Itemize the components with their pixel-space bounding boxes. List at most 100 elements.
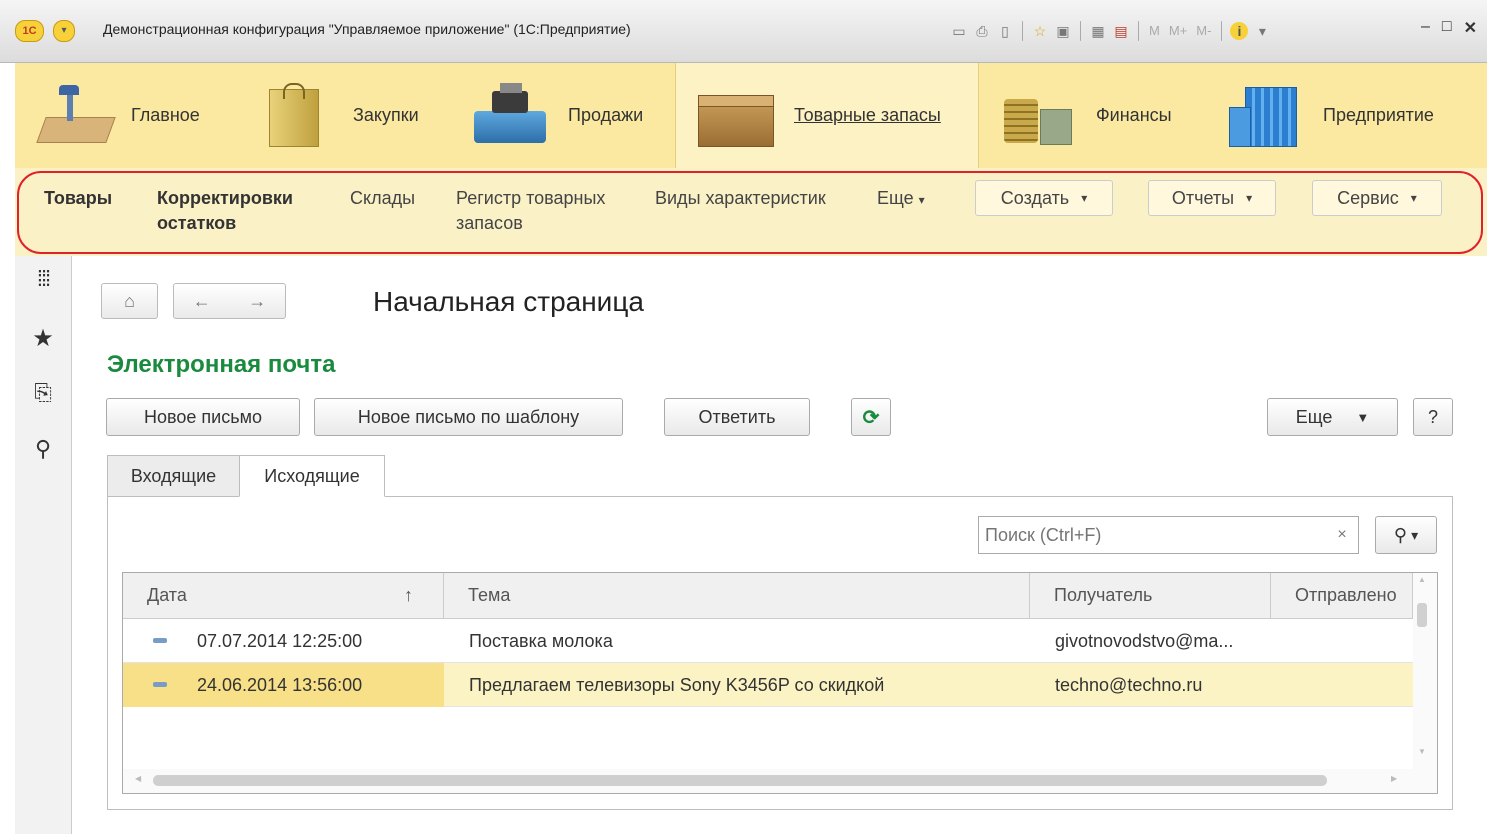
section-title: Электронная почта xyxy=(107,351,336,378)
chevron-down-icon: ▼ xyxy=(1356,409,1370,425)
table-row[interactable]: 07.07.2014 12:25:00 Поставка молока givo… xyxy=(123,619,1413,663)
section-label: Товарные запасы xyxy=(794,105,941,125)
preview-icon[interactable]: ▯ xyxy=(996,22,1014,40)
bookmark-icon[interactable]: ▣ xyxy=(1054,22,1072,40)
toolbar-divider xyxy=(1221,21,1223,41)
horizontal-scrollbar[interactable]: ◀ ▶ xyxy=(123,769,1413,793)
cell-text: 24.06.2014 13:56:00 xyxy=(197,674,363,695)
main-menu-button[interactable]: ▾ xyxy=(53,20,75,42)
button-label: Еще xyxy=(1295,406,1333,427)
scroll-right-icon[interactable]: ▶ xyxy=(1391,774,1397,783)
calendar-icon[interactable]: ▤ xyxy=(1112,22,1130,40)
scroll-left-icon[interactable]: ◀ xyxy=(135,774,141,783)
memory-minus-button[interactable]: M- xyxy=(1194,22,1213,40)
table-row[interactable]: 24.06.2014 13:56:00 Предлагаем телевизор… xyxy=(123,663,1413,707)
home-icon: ⌂ xyxy=(124,290,135,311)
column-header-date[interactable]: Дата ↑ xyxy=(123,573,444,619)
apps-grid-icon[interactable]: ⁞⁞⁞ xyxy=(15,266,71,292)
section-purchases[interactable]: Закупки xyxy=(263,63,463,168)
search-input[interactable] xyxy=(978,516,1327,554)
window-controls: – □ ✕ xyxy=(1421,18,1477,38)
coins-icon xyxy=(1000,81,1080,151)
cash-register-icon xyxy=(470,81,550,151)
more-button[interactable]: Еще ▼ xyxy=(1267,398,1398,436)
tab-outbox[interactable]: Исходящие xyxy=(239,455,385,497)
window-title-bar: 1С ▾ Демонстрационная конфигурация "Упра… xyxy=(0,0,1487,63)
help-button[interactable]: ? xyxy=(1413,398,1453,436)
memory-plus-button[interactable]: M+ xyxy=(1167,22,1189,40)
history-icon[interactable]: ⎘ xyxy=(15,380,71,406)
sections-panel: Главное Закупки Продажи Товарные запасы … xyxy=(15,63,1487,168)
shopping-bag-icon xyxy=(263,81,323,151)
toolbar-divider xyxy=(1022,21,1023,41)
recipient-cell: givotnovodstvo@ma... xyxy=(1055,630,1234,651)
header-label: Дата xyxy=(147,585,187,605)
reply-button[interactable]: Ответить xyxy=(664,398,810,436)
search-options-button[interactable]: ⚲ ▾ xyxy=(1375,516,1437,554)
box-icon xyxy=(696,81,776,151)
subject-cell: Поставка молока xyxy=(469,630,613,651)
new-letter-template-button[interactable]: Новое письмо по шаблону xyxy=(314,398,623,436)
section-main[interactable]: Главное xyxy=(36,63,257,168)
refresh-icon: ⟳ xyxy=(862,406,880,429)
sort-ascending-icon: ↑ xyxy=(404,585,413,605)
close-icon[interactable]: ✕ xyxy=(1464,18,1477,38)
new-letter-button[interactable]: Новое письмо xyxy=(106,398,300,436)
vertical-scrollbar[interactable]: ▲ ▼ xyxy=(1413,573,1437,793)
home-button[interactable]: ⌂ xyxy=(101,283,158,319)
scrollbar-thumb[interactable] xyxy=(153,775,1327,786)
section-finance[interactable]: Финансы xyxy=(1000,63,1200,168)
subject-cell: Предлагаем телевизоры Sony K3456P со ски… xyxy=(469,674,885,695)
minimize-icon[interactable]: – xyxy=(1421,18,1430,38)
info-icon[interactable]: i xyxy=(1230,22,1249,40)
page-title: Начальная страница xyxy=(373,286,644,317)
outgoing-mail-icon xyxy=(153,638,167,643)
favorites-icon[interactable]: ☆ xyxy=(1031,22,1049,40)
date-cell: 07.07.2014 12:25:00 xyxy=(123,619,444,663)
clear-search-button[interactable]: × xyxy=(1326,516,1359,554)
section-label: Предприятие xyxy=(1323,105,1434,125)
save-icon[interactable]: ▭ xyxy=(950,22,968,40)
refresh-button[interactable]: ⟳ xyxy=(851,398,891,436)
section-label: Продажи xyxy=(568,105,644,125)
toolbar-divider xyxy=(1080,21,1081,41)
star-icon[interactable]: ★ xyxy=(15,324,71,353)
window-toolbar: ▭ ⎙ ▯ ☆ ▣ ▦ ▤ M M+ M- i ▾ xyxy=(950,18,1271,44)
scroll-up-icon[interactable]: ▲ xyxy=(1418,575,1426,584)
search-icon: ⚲ xyxy=(1393,524,1408,545)
scroll-down-icon[interactable]: ▼ xyxy=(1418,747,1426,756)
mail-table[interactable]: Дата ↑ Тема Получатель Отправлено 07.07.… xyxy=(122,572,1438,794)
section-inventory[interactable]: Товарные запасы xyxy=(675,63,979,168)
highlight-oval xyxy=(17,171,1483,254)
sent-cell xyxy=(1293,619,1411,663)
memory-m-button[interactable]: M xyxy=(1147,22,1162,40)
outgoing-mail-icon xyxy=(153,682,167,687)
section-enterprise[interactable]: Предприятие xyxy=(1227,63,1487,168)
column-header-recipient[interactable]: Получатель xyxy=(1030,573,1271,619)
history-nav-group: ← → xyxy=(173,283,286,319)
section-label: Финансы xyxy=(1096,105,1172,125)
app-logo-icon[interactable]: 1С xyxy=(15,20,44,42)
scrollbar-thumb[interactable] xyxy=(1417,603,1427,627)
section-label: Закупки xyxy=(353,105,419,125)
maximize-icon[interactable]: □ xyxy=(1442,18,1452,38)
forward-icon[interactable]: → xyxy=(248,291,266,312)
recipient-cell: techno@techno.ru xyxy=(1055,674,1203,695)
print-icon[interactable]: ⎙ xyxy=(973,22,991,40)
sent-cell xyxy=(1293,663,1411,707)
building-icon xyxy=(1227,81,1307,151)
column-header-sent[interactable]: Отправлено xyxy=(1271,573,1413,619)
tab-inbox[interactable]: Входящие xyxy=(107,455,240,497)
chevron-down-icon: ▾ xyxy=(1411,526,1419,543)
section-label: Главное xyxy=(131,105,200,125)
date-cell: 24.06.2014 13:56:00 xyxy=(123,663,444,707)
section-sales[interactable]: Продажи xyxy=(470,63,670,168)
desk-lamp-icon xyxy=(36,81,117,151)
back-icon[interactable]: ← xyxy=(193,291,211,312)
column-header-subject[interactable]: Тема xyxy=(444,573,1030,619)
calculator-icon[interactable]: ▦ xyxy=(1089,22,1107,40)
chevron-down-icon[interactable]: ▾ xyxy=(1253,22,1271,40)
toolbar-divider xyxy=(1138,21,1139,41)
search-icon[interactable]: ⚲ xyxy=(15,436,71,462)
window-title: Демонстрационная конфигурация "Управляем… xyxy=(103,21,631,37)
